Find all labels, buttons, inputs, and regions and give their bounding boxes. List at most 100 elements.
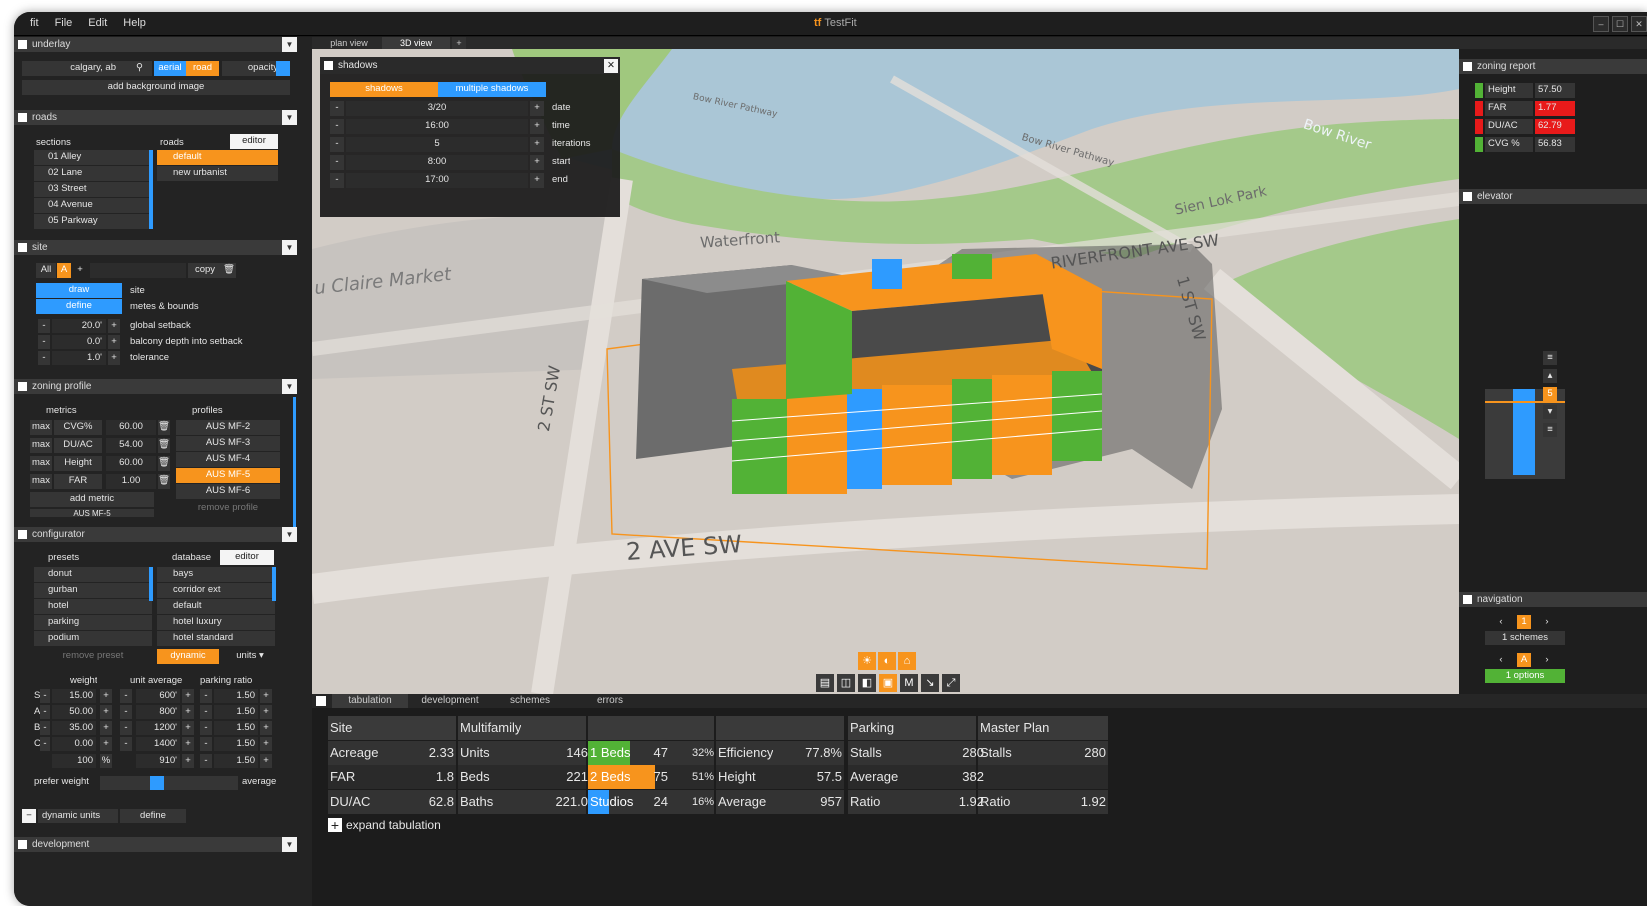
tolerance-input[interactable]: 1.0' (52, 351, 106, 365)
menu-testfit[interactable]: fit (30, 17, 39, 29)
increment-button[interactable]: + (530, 119, 544, 134)
section-item[interactable]: 05 Parkway (34, 214, 152, 229)
add-site-icon[interactable]: + (73, 263, 87, 278)
increment-button[interactable]: + (100, 689, 112, 703)
decrement-button[interactable]: - (330, 119, 344, 134)
preset-item[interactable]: gurban (34, 583, 152, 598)
increment-button[interactable]: + (100, 721, 112, 735)
increment-button[interactable]: + (182, 737, 194, 751)
next-scheme-icon[interactable]: › (1541, 615, 1553, 629)
database-scrollbar[interactable] (272, 567, 276, 601)
define-units-button[interactable]: define (120, 809, 186, 823)
elevator-header[interactable]: elevator (1459, 189, 1647, 204)
shadow-slider[interactable]: 17:00 (346, 173, 528, 188)
roads-header[interactable]: roads ▼ (14, 110, 297, 125)
aerial-button[interactable]: aerial (154, 61, 186, 76)
trash-icon[interactable]: 🗑 (158, 474, 170, 489)
increment-button[interactable]: + (260, 721, 272, 735)
chevron-down-icon[interactable]: ▼ (282, 837, 297, 852)
maximize-icon[interactable]: ☐ (1612, 16, 1628, 32)
layers-icon[interactable]: ◫ (837, 674, 855, 692)
increment-button[interactable]: + (530, 137, 544, 152)
preset-item[interactable]: parking (34, 615, 152, 630)
3d-viewport[interactable]: Bow River Pathway Bow River Pathway Bow … (312, 49, 1459, 694)
increment-button[interactable]: + (260, 754, 272, 768)
search-icon[interactable]: ⚲ (136, 61, 150, 75)
trash-icon[interactable]: 🗑 (158, 420, 170, 435)
profile-item[interactable]: AUS MF-6 (176, 484, 280, 499)
global-setback-input[interactable]: 20.0' (52, 319, 106, 333)
site-header[interactable]: site ▼ (14, 240, 297, 255)
add-view-tab-icon[interactable]: + (452, 37, 466, 49)
prefer-weight-slider[interactable] (100, 776, 238, 790)
contrast-icon[interactable]: ◐ (878, 652, 896, 670)
metric-select[interactable]: Height (54, 456, 102, 471)
shadow-slider[interactable]: 8:00 (346, 155, 528, 170)
unit-average-input[interactable]: 1200' (136, 721, 180, 735)
previous-scheme-icon[interactable]: ‹ (1495, 615, 1507, 629)
opacity-handle[interactable] (276, 61, 290, 76)
decrement-button[interactable]: - (330, 137, 344, 152)
decrement-button[interactable]: - (330, 155, 344, 170)
weight-input[interactable]: 35.00 (52, 721, 96, 735)
increment-button[interactable]: + (182, 689, 194, 703)
menu-edit[interactable]: Edit (88, 17, 107, 29)
top-floor-icon[interactable]: ≡ (1543, 351, 1557, 365)
resize-icon[interactable]: ↘ (921, 674, 939, 692)
draw-button[interactable]: draw (36, 283, 122, 298)
metric-value[interactable]: 60.00 (106, 456, 156, 471)
metric-mode[interactable]: max (30, 474, 52, 489)
tab-tabulation[interactable]: tabulation (332, 694, 408, 708)
shadow-slider[interactable]: 3/20 (346, 101, 528, 116)
weight-input[interactable]: 15.00 (52, 689, 96, 703)
sections-scrollbar[interactable] (149, 150, 153, 229)
site-all-button[interactable]: All (36, 263, 56, 278)
unit-average-input[interactable]: 600' (136, 689, 180, 703)
decrement-button[interactable]: - (38, 351, 50, 365)
road-type-new-urbanist[interactable]: new urbanist (157, 166, 278, 181)
chevron-down-icon[interactable]: ▼ (282, 37, 297, 52)
chevron-down-icon[interactable]: ▼ (282, 379, 297, 394)
metric-mode[interactable]: max (30, 456, 52, 471)
bottom-floor-icon[interactable]: ≡ (1543, 423, 1557, 437)
decrement-button[interactable]: - (40, 721, 50, 735)
increment-button[interactable]: + (100, 737, 112, 751)
decrement-button[interactable]: - (40, 705, 50, 719)
shadow-slider[interactable]: 16:00 (346, 119, 528, 134)
section-item[interactable]: 03 Street (34, 182, 152, 197)
section-item[interactable]: 01 Alley (34, 150, 152, 165)
profile-item-selected[interactable]: AUS MF-5 (176, 468, 280, 483)
tab-3d-view[interactable]: 3D view (382, 37, 450, 49)
database-item[interactable]: hotel luxury (157, 615, 275, 630)
zoning-report-header[interactable]: zoning report (1459, 59, 1647, 74)
measure-icon[interactable]: M (900, 674, 918, 692)
shadow-slider[interactable]: 5 (346, 137, 528, 152)
decrement-button[interactable]: - (200, 721, 212, 735)
site-a-button[interactable]: A (57, 263, 71, 278)
minimize-icon[interactable]: – (1593, 16, 1609, 32)
preset-item[interactable]: hotel (34, 599, 152, 614)
units-dropdown[interactable]: units ▾ (224, 649, 276, 664)
add-metric-button[interactable]: add metric (30, 492, 154, 507)
underlay-header[interactable]: underlay ▼ (14, 37, 297, 52)
preset-item[interactable]: donut (34, 567, 152, 582)
option-letter[interactable]: A (1517, 653, 1531, 667)
metric-value[interactable]: 54.00 (106, 438, 156, 453)
decrement-button[interactable]: - (200, 737, 212, 751)
metric-select[interactable]: FAR (54, 474, 102, 489)
chevron-down-icon[interactable]: ▼ (282, 527, 297, 542)
profile-item[interactable]: AUS MF-4 (176, 452, 280, 467)
percent-toggle[interactable]: % (100, 754, 112, 768)
database-item[interactable]: default (157, 599, 275, 614)
profile-item[interactable]: AUS MF-2 (176, 420, 280, 435)
decrement-button[interactable]: - (40, 737, 50, 751)
decrement-button[interactable]: - (200, 689, 212, 703)
increment-button[interactable]: + (182, 721, 194, 735)
increment-button[interactable]: + (100, 705, 112, 719)
decrement-button[interactable]: - (38, 319, 50, 333)
database-item[interactable]: hotel standard (157, 631, 275, 646)
increment-button[interactable]: + (108, 335, 120, 349)
location-input[interactable]: calgary, ab (22, 61, 152, 76)
expand-tabulation-link[interactable]: expand tabulation (346, 817, 441, 833)
parking-ratio-input[interactable]: 1.50 (214, 689, 258, 703)
